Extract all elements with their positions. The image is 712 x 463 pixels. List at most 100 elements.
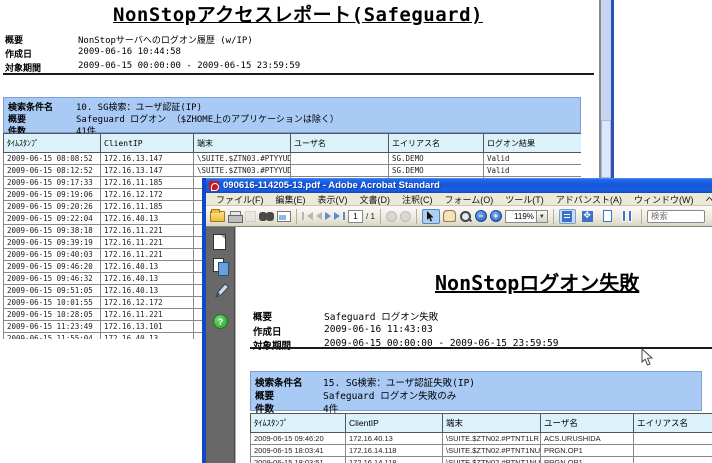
table-cell: 2009-06-15 11:23:49 xyxy=(3,320,101,333)
table-row: 2009-06-15 18:03:41 172.16.14.118 \SUITE… xyxy=(250,444,712,457)
menu-item[interactable]: フォーム(O) xyxy=(439,193,500,206)
table-header-row: ﾀｲﾑｽﾀﾝﾌﾟ ClientIP 端末 ユーザ名 エイリアス名 xyxy=(250,413,712,433)
field-label: 概要 xyxy=(5,36,24,46)
column-header: ClientIP xyxy=(345,413,443,433)
acrobat-window: 090616-114205-13.pdf - Adobe Acrobat Sta… xyxy=(202,178,712,463)
table-row: 2009-06-15 08:12:52 172.16.13.147 \SUITE… xyxy=(3,164,581,177)
table-cell xyxy=(633,432,712,445)
table-cell: 172.16.11.185 xyxy=(100,200,194,213)
save-icon[interactable] xyxy=(245,210,256,222)
snapshot-icon[interactable] xyxy=(277,210,291,222)
bookmarks-panel-icon[interactable] xyxy=(213,258,229,276)
table-cell: 172.16.13.147 xyxy=(100,164,194,177)
pdf-document-pane: NonStopログオン失敗 概要 Safeguard ログオン失敗 作成日 20… xyxy=(235,227,712,463)
select-tool-button[interactable] xyxy=(421,208,440,224)
print-icon[interactable] xyxy=(228,210,243,223)
zoom-marquee-icon[interactable] xyxy=(459,210,472,223)
table-cell: 172.16.13.147 xyxy=(100,152,194,165)
toolbar-separator xyxy=(552,208,554,224)
table-cell: PRGN.OP1 xyxy=(540,456,634,463)
title-bar[interactable]: 090616-114205-13.pdf - Adobe Acrobat Sta… xyxy=(206,178,712,193)
next-view-icon[interactable] xyxy=(399,210,411,222)
column-header: ClientIP xyxy=(100,133,194,153)
table-cell: \SUITE.$ZTN03.#PTYYUDW xyxy=(193,152,291,165)
menu-item[interactable]: アドバンスト(A) xyxy=(550,193,628,206)
table-cell: SG.DEMO xyxy=(388,152,484,165)
search-binoculars-icon[interactable] xyxy=(259,211,274,222)
table-cell xyxy=(290,152,389,165)
navigation-pane: ? xyxy=(206,227,235,463)
first-page-button[interactable] xyxy=(302,212,313,220)
criteria-value: Safeguard ログオン （$ZHOME上のアプリケーションは除く） xyxy=(76,115,339,125)
menu-item[interactable]: 表示(V) xyxy=(312,193,354,206)
scrolling-mode-button[interactable] xyxy=(558,208,576,224)
toolbar-separator xyxy=(640,208,642,224)
pdf-search-criteria-box: 検索条件名 15. SG検索：ユーザ認証失敗(IP) 概要 Safeguard … xyxy=(250,371,702,415)
table-cell: 172.16.11.221 xyxy=(100,224,194,237)
zoom-level-control[interactable]: 119% ▼ xyxy=(504,209,548,223)
field-value: 2009-06-15 00:00:00 - 2009-06-15 23:59:5… xyxy=(78,61,301,71)
table-cell xyxy=(290,164,389,177)
column-header: 端末 xyxy=(442,413,541,433)
zoom-level-value[interactable]: 119% xyxy=(504,209,537,223)
table-cell: 172.16.12.172 xyxy=(100,188,194,201)
table-cell: 172.16.40.13 xyxy=(100,212,194,225)
table-cell: 172.16.40.13 xyxy=(100,284,194,297)
screen: NonStopアクセスレポート(Safeguard) 概要 NonStopサーバ… xyxy=(0,0,712,463)
menu-item[interactable]: ファイル(F) xyxy=(210,193,270,206)
table-cell: 172.16.11.221 xyxy=(100,308,194,321)
scrollbar-thumb[interactable] xyxy=(601,120,611,178)
help-icon[interactable]: ? xyxy=(213,314,228,329)
table-cell: 172.16.40.13 xyxy=(100,332,194,339)
menu-bar: ファイル(F) 編集(E) 表示(V) 文書(D) 注釈(C) フォーム(O) … xyxy=(206,193,712,206)
toolbar-separator xyxy=(379,208,381,224)
facing-pages-button[interactable] xyxy=(619,209,636,224)
field-value: 2009-06-16 10:44:58 xyxy=(78,47,181,57)
table-row: 2009-06-15 09:46:20 172.16.40.13 \SUITE.… xyxy=(250,432,712,445)
column-header: エイリアス名 xyxy=(633,413,712,433)
table-cell: 172.16.40.13 xyxy=(345,432,443,445)
chevron-down-icon[interactable]: ▼ xyxy=(536,209,548,223)
search-criteria-box: 検索条件名 10. SG検索：ユーザ認証(IP) 概要 Safeguard ログ… xyxy=(3,97,581,137)
table-cell: 2009-06-15 11:55:04 xyxy=(3,332,101,339)
pages-panel-icon[interactable] xyxy=(213,234,226,250)
previous-view-icon[interactable] xyxy=(385,210,397,222)
zoom-out-icon[interactable]: − xyxy=(474,210,487,222)
menu-item[interactable]: 注釈(C) xyxy=(396,193,439,206)
menu-item[interactable]: ウィンドウ(W) xyxy=(628,193,700,206)
field-value: 2009-06-16 11:43:03 xyxy=(324,324,433,335)
criteria-value: Safeguard ログオン失敗のみ xyxy=(323,391,457,402)
page-number-input[interactable] xyxy=(348,209,363,223)
single-page-button[interactable] xyxy=(599,209,616,224)
zoom-in-icon[interactable]: + xyxy=(489,210,502,222)
table-cell: 2009-06-15 18:03:41 xyxy=(250,444,346,457)
menu-item[interactable]: ヘルプ(H) xyxy=(700,193,712,206)
criteria-label: 検索条件名 xyxy=(255,378,303,389)
toolbar: / 1 − + 119% ▼ xyxy=(206,206,712,227)
table-cell: 2009-06-15 10:01:55 xyxy=(3,296,101,309)
table-cell: 2009-06-15 10:28:05 xyxy=(3,308,101,321)
table-cell: 172.16.11.185 xyxy=(100,176,194,189)
window-body: ? NonStopログオン失敗 概要 Safeguard ログオン失敗 作成日 … xyxy=(206,227,712,463)
table-cell: 2009-06-15 09:46:20 xyxy=(3,260,101,273)
fit-page-button[interactable] xyxy=(579,209,596,224)
table-cell: ACS.URUSHIDA xyxy=(540,432,634,445)
field-label: 概要 xyxy=(253,312,273,323)
search-input[interactable] xyxy=(646,209,705,223)
table-cell: 2009-06-15 09:39:19 xyxy=(3,236,101,249)
field-label: 対象期間 xyxy=(253,338,291,352)
table-cell xyxy=(633,456,712,463)
next-page-button[interactable] xyxy=(325,212,331,220)
table-cell xyxy=(633,444,712,457)
table-header-row: ﾀｲﾑｽﾀﾝﾌﾟ ClientIP 端末 ユーザ名 エイリアス名 ログオン結果 xyxy=(3,133,581,153)
mouse-cursor xyxy=(641,348,654,366)
menu-item[interactable]: 編集(E) xyxy=(270,193,312,206)
previous-page-button[interactable] xyxy=(316,212,322,220)
comments-pencil-icon[interactable] xyxy=(213,283,229,299)
last-page-button[interactable] xyxy=(334,212,345,220)
column-header: ユーザ名 xyxy=(290,133,389,153)
hand-tool-icon[interactable] xyxy=(442,210,456,222)
open-file-icon[interactable] xyxy=(210,208,225,222)
menu-item[interactable]: 文書(D) xyxy=(354,193,397,206)
menu-item[interactable]: ツール(T) xyxy=(499,193,550,206)
